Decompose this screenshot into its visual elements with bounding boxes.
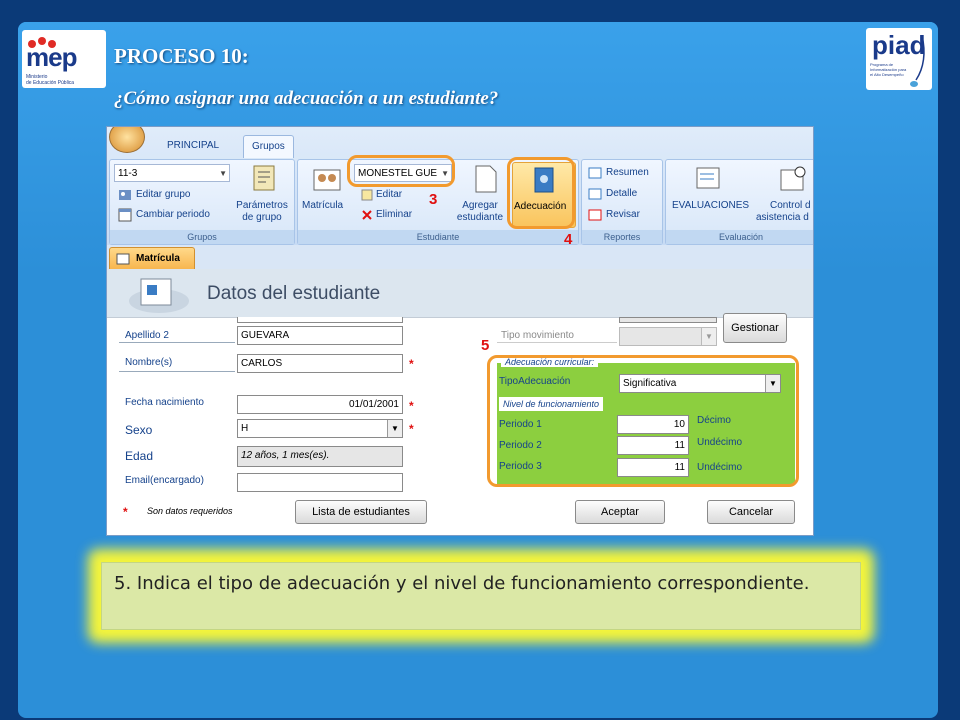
slide-title: PROCESO 10: (114, 44, 249, 68)
group-label-estudiante: Estudiante (298, 230, 578, 244)
tab-principal[interactable]: PRINCIPAL (159, 135, 227, 157)
apellido2-field[interactable]: GUEVARA (237, 326, 403, 345)
calendar-icon (118, 208, 132, 222)
ribbon: PRINCIPAL Grupos 11-3 ▼ Editar grupo Camb… (107, 127, 813, 245)
required-star: * (409, 357, 414, 371)
email-label: Email(encargado) (125, 475, 204, 486)
required-star: * (123, 505, 128, 519)
aceptar-button[interactable]: Aceptar (575, 500, 665, 524)
doc-tab-label: Matrícula (136, 253, 180, 264)
matricula-icon (313, 169, 341, 191)
evaluations-icon (696, 167, 720, 189)
chevron-down-icon: ▼ (387, 420, 402, 437)
edit-icon (361, 189, 373, 201)
form-title: Datos del estudiante (207, 283, 381, 304)
sexo-value: H (241, 423, 249, 434)
matricula-button[interactable]: Matrícula (302, 200, 343, 211)
ribbon-group-reportes: Resumen Detalle Revisar Reportes (581, 159, 663, 245)
callout-5-number: 5 (481, 337, 490, 354)
attendance-icon (780, 166, 806, 191)
chevron-down-icon: ▼ (219, 169, 227, 178)
delete-icon (362, 210, 372, 220)
label-underline (119, 371, 235, 372)
chevron-down-icon: ▼ (701, 328, 716, 345)
piad-logo: piad Programa de Informatización para el… (866, 28, 932, 90)
revisar-button[interactable]: Revisar (606, 209, 640, 220)
add-student-icon (475, 165, 497, 193)
mep-logo-text: mep (26, 42, 77, 72)
add-student-line2[interactable]: estudiante (452, 212, 508, 223)
apellido2-label: Apellido 2 (125, 330, 169, 341)
callout-5-highlight (487, 355, 799, 487)
detalle-button[interactable]: Detalle (606, 188, 637, 199)
tipo-movimiento-label: Tipo movimiento (501, 330, 574, 341)
tipo-movimiento-select[interactable]: ▼ (619, 327, 717, 346)
app-window: PRINCIPAL Grupos 11-3 ▼ Editar grupo Camb… (106, 126, 814, 536)
mep-logo: mep Ministerio de Educación Pública (22, 30, 106, 88)
student-data-icon (129, 278, 189, 313)
required-star: * (409, 422, 414, 436)
document-tab-bar: Matrícula (107, 245, 813, 270)
email-field[interactable] (237, 473, 403, 492)
office-button[interactable] (109, 127, 145, 153)
callout-3-number: 3 (429, 191, 438, 208)
instruction-caption: 5. Indica el tipo de adecuación y el niv… (101, 562, 861, 630)
tab-grupos[interactable]: Grupos (243, 135, 294, 158)
label-underline (497, 342, 617, 343)
fecha-field[interactable]: 01/01/2001 (237, 395, 403, 414)
evaluaciones-button[interactable]: EVALUACIONES (672, 200, 749, 211)
group-params-line2[interactable]: de grupo (234, 212, 290, 223)
nombre-label: Nombre(s) (125, 357, 173, 368)
group-select[interactable]: 11-3 ▼ (114, 164, 230, 182)
top-right-field-edge (619, 317, 717, 323)
edit-group-button[interactable]: Editar grupo (136, 189, 190, 200)
label-underline (119, 342, 235, 343)
add-student-line1[interactable]: Agregar (452, 200, 508, 211)
mouse-cable-icon (910, 35, 925, 87)
resumen-button[interactable]: Resumen (606, 167, 649, 178)
control-line1[interactable]: Control d (770, 200, 811, 211)
lista-estudiantes-button[interactable]: Lista de estudiantes (295, 500, 427, 524)
ribbon-group-grupos: 11-3 ▼ Editar grupo Cambiar periodo Parám… (109, 159, 295, 245)
callout-4-number: 4 (564, 231, 573, 248)
group-select-value: 11-3 (118, 168, 138, 179)
group-label-reportes: Reportes (582, 230, 662, 244)
summary-icon (588, 167, 602, 179)
callout-3-highlight (347, 155, 455, 187)
gestionar-button[interactable]: Gestionar (723, 313, 787, 343)
review-icon (588, 209, 602, 221)
apellido1-field-edge (237, 317, 403, 323)
doc-tab-matricula[interactable]: Matrícula (109, 247, 195, 270)
group-params-line1[interactable]: Parámetros (234, 200, 290, 211)
control-line2[interactable]: asistencia d (756, 212, 809, 223)
required-note: Son datos requeridos (147, 506, 233, 516)
edit-student-button[interactable]: Editar (376, 189, 402, 200)
form-tab-icon (116, 253, 130, 265)
edad-label: Edad (125, 449, 154, 463)
detail-icon (588, 188, 602, 200)
parameters-icon (253, 165, 275, 191)
required-star: * (409, 399, 414, 413)
edit-group-icon (119, 190, 131, 200)
slide-subtitle: ¿Cómo asignar una adecuación a un estudi… (114, 88, 499, 109)
change-period-button[interactable]: Cambiar periodo (136, 209, 210, 220)
callout-4-highlight (507, 157, 575, 229)
mep-logo-sub2: de Educación Pública (26, 80, 75, 86)
delete-student-button[interactable]: Eliminar (376, 209, 412, 220)
cancelar-button[interactable]: Cancelar (707, 500, 795, 524)
sexo-select[interactable]: H ▼ (237, 419, 403, 438)
form-header: Datos del estudiante (107, 269, 813, 318)
group-label-evaluacion: Evaluación (666, 230, 813, 244)
edad-field: 12 años, 1 mes(es). (237, 446, 403, 467)
nombre-field[interactable]: CARLOS (237, 354, 403, 373)
fecha-label: Fecha nacimiento (125, 397, 204, 408)
group-label-grupos: Grupos (110, 230, 294, 244)
ribbon-group-evaluacion: EVALUACIONES Control d asistencia d Eval… (665, 159, 813, 245)
sexo-label: Sexo (125, 423, 153, 437)
